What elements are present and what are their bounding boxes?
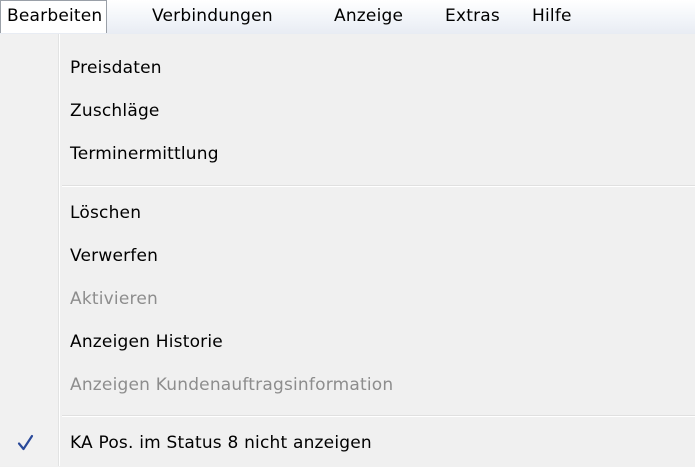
menu-item-label: Terminermittlung	[70, 144, 219, 164]
menu-item-label: Aktivieren	[70, 289, 158, 309]
menu-item-label: Anzeigen Historie	[70, 332, 223, 352]
menu-item-label: KA Pos. im Status 8 nicht anzeigen	[70, 433, 372, 453]
menu-item-aktivieren: Aktivieren	[0, 279, 695, 319]
menu-item-anzeigen-kundenauftragsinformation: Anzeigen Kundenauftragsinformation	[0, 365, 695, 405]
menu-separator	[62, 415, 695, 417]
menu-hilfe[interactable]: Hilfe	[532, 1, 572, 31]
menu-item-label: Verwerfen	[70, 246, 159, 266]
menu-item-label: Anzeigen Kundenauftragsinformation	[70, 375, 394, 395]
menu-item-ka-pos-status-8[interactable]: KA Pos. im Status 8 nicht anzeigen	[0, 423, 695, 463]
menu-separator	[62, 185, 695, 187]
menu-item-label: Löschen	[70, 203, 142, 223]
menu-item-label: Preisdaten	[70, 58, 162, 78]
menu-bearbeiten[interactable]: Bearbeiten	[0, 0, 108, 33]
menu-extras[interactable]: Extras	[445, 1, 500, 31]
menu-item-loeschen[interactable]: Löschen	[0, 193, 695, 233]
menu-item-verwerfen[interactable]: Verwerfen	[0, 236, 695, 276]
menu-item-terminermittlung[interactable]: Terminermittlung	[0, 134, 695, 174]
menu-item-zuschlaege[interactable]: Zuschläge	[0, 91, 695, 131]
menu-anzeige[interactable]: Anzeige	[334, 1, 403, 31]
menu-bar: Bearbeiten Verbindungen Anzeige Extras H…	[0, 0, 695, 35]
menu-verbindungen[interactable]: Verbindungen	[152, 1, 273, 31]
bearbeiten-dropdown-menu: Preisdaten Zuschläge Terminermittlung Lö…	[0, 34, 695, 466]
check-icon	[14, 423, 38, 463]
menu-item-label: Zuschläge	[70, 101, 160, 121]
menu-item-anzeigen-historie[interactable]: Anzeigen Historie	[0, 322, 695, 362]
menu-item-preisdaten[interactable]: Preisdaten	[0, 48, 695, 88]
